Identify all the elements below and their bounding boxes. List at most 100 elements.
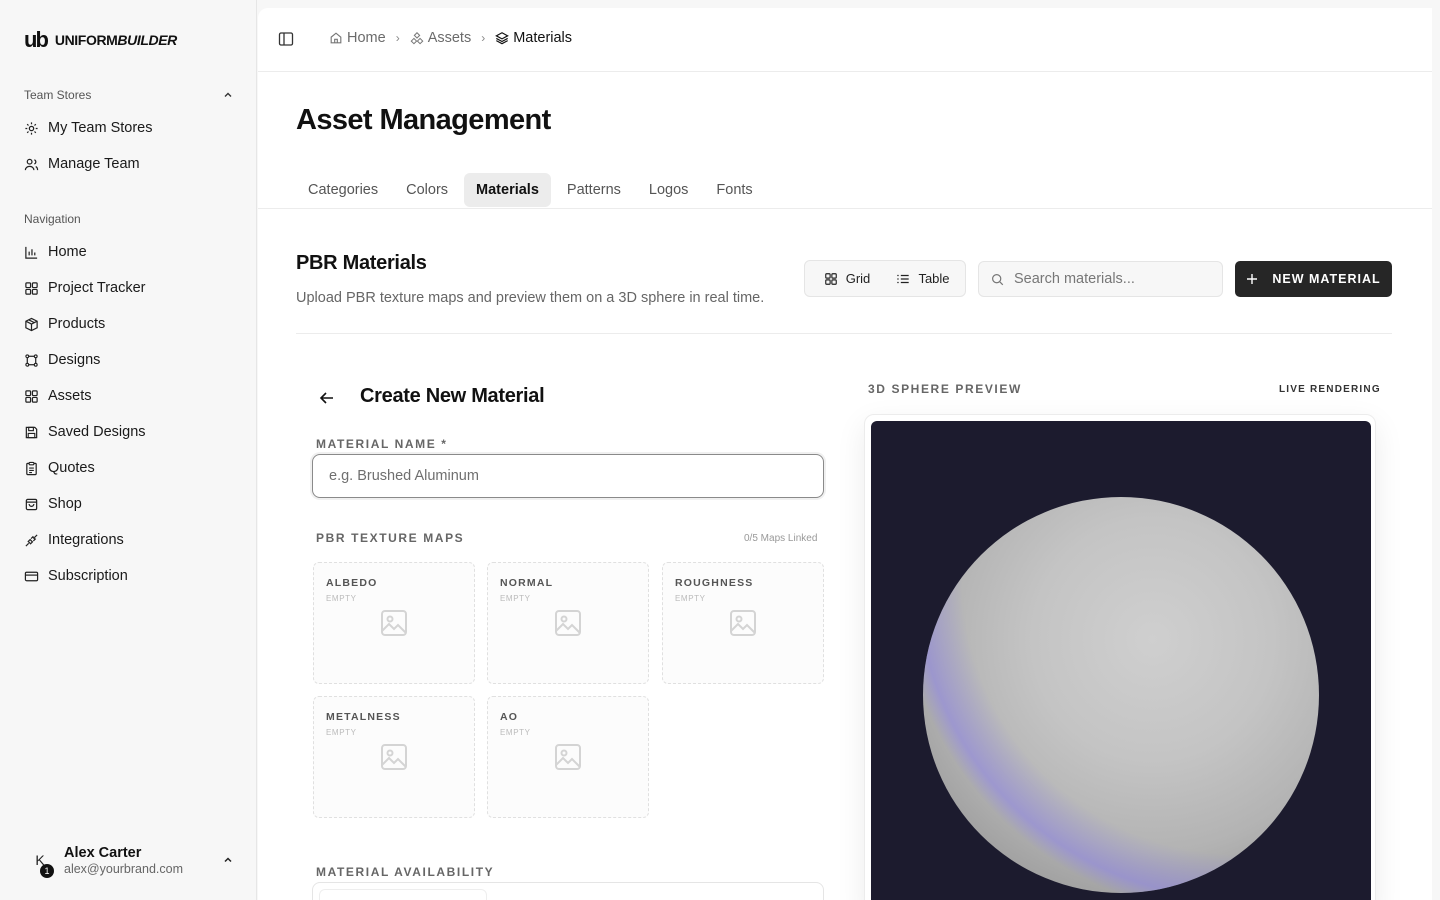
brand-logo[interactable]: ub UNIFORMBUILDER <box>24 29 177 51</box>
sidebar-item-home[interactable]: Home <box>24 238 234 266</box>
sphere-canvas[interactable] <box>871 421 1371 900</box>
section-title: PBR Materials <box>296 252 427 274</box>
team-stores-section[interactable]: Team Stores <box>24 88 234 102</box>
sidebar-item-quotes[interactable]: Quotes <box>24 454 234 482</box>
sidebar-item-label: Home <box>48 244 87 260</box>
sidebar-item-assets[interactable]: Assets <box>24 382 234 410</box>
main-panel: Home › Assets › Materials Asset Manageme… <box>258 8 1432 900</box>
preview-label: 3D SPHERE PREVIEW <box>868 382 1022 396</box>
sidebar-item-label: Assets <box>48 388 92 404</box>
preview-frame <box>864 414 1376 900</box>
grid-view-label: Grid <box>845 271 871 286</box>
search-box <box>978 261 1223 297</box>
map-status: EMPTY <box>500 594 531 603</box>
box-icon <box>25 317 38 331</box>
sidebar-item-saved-designs[interactable]: Saved Designs <box>24 418 234 446</box>
new-material-label: NEW MATERIAL <box>1272 272 1381 286</box>
sidebar-item-manage-team[interactable]: Manage Team <box>24 150 234 178</box>
tab-patterns[interactable]: Patterns <box>555 173 633 207</box>
section-description: Upload PBR texture maps and preview them… <box>296 290 765 306</box>
sidebar-item-label: Products <box>48 316 106 332</box>
frame-icon <box>25 353 38 367</box>
grid-view-button[interactable]: Grid <box>809 264 885 293</box>
sidebar-item-shop[interactable]: Shop <box>24 490 234 518</box>
sidebar-item-label: Quotes <box>48 460 95 476</box>
plug-icon <box>25 533 38 547</box>
breadcrumb-current-label: Materials <box>513 30 573 46</box>
tab-categories[interactable]: Categories <box>296 173 390 207</box>
chevron-up-icon <box>224 92 232 97</box>
breadcrumb-current: Materials <box>495 30 572 46</box>
tabs-divider <box>258 208 1432 209</box>
page-title: Asset Management <box>296 104 551 136</box>
sidebar-toggle-icon[interactable] <box>278 31 294 47</box>
availability-label: MATERIAL AVAILABILITY <box>316 865 495 879</box>
table-view-button[interactable]: Table <box>885 264 961 293</box>
new-material-button[interactable]: NEW MATERIAL <box>1235 261 1392 297</box>
image-placeholder-icon <box>381 744 407 770</box>
user-name: Alex Carter <box>64 844 142 861</box>
breadcrumb-assets-label: Assets <box>427 30 472 46</box>
grid-icon <box>25 281 38 295</box>
search-input[interactable] <box>1014 271 1204 287</box>
table-view-label: Table <box>918 271 950 286</box>
image-placeholder-icon <box>381 610 407 636</box>
map-title: ROUGHNESS <box>675 577 754 589</box>
sphere-rim-light <box>923 497 1319 893</box>
tab-fonts[interactable]: Fonts <box>704 173 764 207</box>
sidebar-item-project-tracker[interactable]: Project Tracker <box>24 274 234 302</box>
team-stores-heading: Team Stores <box>24 88 92 102</box>
view-toggle: Grid Table <box>804 260 966 297</box>
tab-logos[interactable]: Logos <box>637 173 701 207</box>
map-status: EMPTY <box>675 594 706 603</box>
tab-colors[interactable]: Colors <box>394 173 460 207</box>
gear-icon <box>25 121 38 135</box>
user-info: Alex Carter alex@yourbrand.com <box>64 845 222 876</box>
map-status: EMPTY <box>500 728 531 737</box>
map-slot-metalness[interactable]: METALNESS EMPTY <box>313 696 475 818</box>
sidebar-item-integrations[interactable]: Integrations <box>24 526 234 554</box>
map-slot-normal[interactable]: NORMAL EMPTY <box>487 562 649 684</box>
sidebar-item-label: Integrations <box>48 532 124 548</box>
map-slot-albedo[interactable]: ALBEDO EMPTY <box>313 562 475 684</box>
availability-option[interactable] <box>319 889 487 900</box>
map-status: EMPTY <box>326 728 357 737</box>
list-icon <box>897 274 910 283</box>
arrow-left-icon[interactable] <box>318 389 336 407</box>
navigation-heading: Navigation <box>24 212 81 226</box>
material-name-label: MATERIAL NAME * <box>316 437 448 451</box>
image-placeholder-icon <box>555 744 581 770</box>
sidebar-item-my-team-stores[interactable]: My Team Stores <box>24 114 234 142</box>
tab-materials[interactable]: Materials <box>464 173 551 207</box>
breadcrumb-home[interactable]: Home <box>329 30 386 46</box>
live-rendering-label: LIVE RENDERING <box>1279 384 1381 395</box>
sidebar-item-label: My Team Stores <box>48 120 153 136</box>
search-icon <box>992 273 1004 285</box>
grid-icon <box>824 272 837 285</box>
sidebar: ub UNIFORMBUILDER Team Stores My Team St… <box>0 0 257 900</box>
chevron-right-icon: › <box>395 31 400 45</box>
avatar: K 1 <box>24 844 56 878</box>
sidebar-item-designs[interactable]: Designs <box>24 346 234 374</box>
map-slot-roughness[interactable]: ROUGHNESS EMPTY <box>662 562 824 684</box>
grid-icon <box>25 389 38 403</box>
breadcrumb-assets[interactable]: Assets <box>410 30 472 46</box>
bar-chart-icon <box>25 246 38 259</box>
sidebar-item-label: Project Tracker <box>48 280 146 296</box>
form-title: Create New Material <box>360 385 545 407</box>
map-title: AO <box>500 711 519 723</box>
chevron-right-icon: › <box>481 31 486 45</box>
map-status: EMPTY <box>326 594 357 603</box>
breadcrumb-home-label: Home <box>347 30 386 46</box>
texture-maps-label: PBR TEXTURE MAPS <box>316 531 465 545</box>
top-bar: Home › Assets › Materials <box>258 8 1432 72</box>
sidebar-item-products[interactable]: Products <box>24 310 234 338</box>
user-email: alex@yourbrand.com <box>64 861 183 876</box>
sidebar-item-label: Manage Team <box>48 156 140 172</box>
map-slot-ao[interactable]: AO EMPTY <box>487 696 649 818</box>
users-icon <box>24 158 39 170</box>
image-placeholder-icon <box>555 610 581 636</box>
user-menu[interactable]: K 1 Alex Carter alex@yourbrand.com <box>24 840 234 880</box>
material-name-input[interactable] <box>312 454 824 498</box>
sidebar-item-subscription[interactable]: Subscription <box>24 562 234 590</box>
